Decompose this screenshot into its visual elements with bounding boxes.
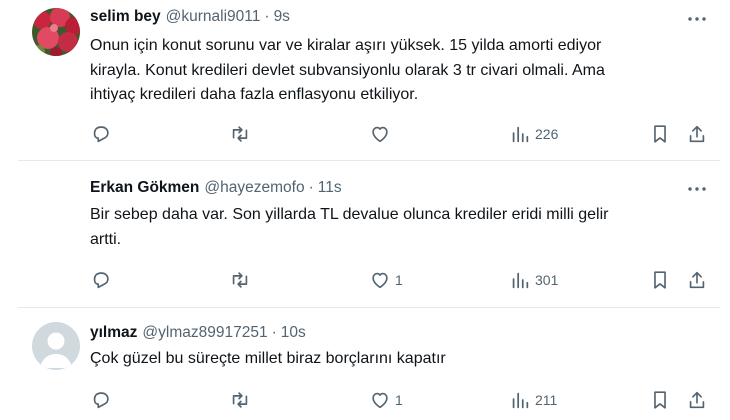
like-count: 1 bbox=[395, 392, 403, 408]
retweet-button[interactable] bbox=[229, 388, 251, 412]
retweet-icon bbox=[229, 269, 251, 291]
heart-icon bbox=[369, 389, 391, 411]
author-name[interactable]: yılmaz bbox=[90, 324, 137, 342]
timestamp[interactable]: 9s bbox=[274, 8, 290, 26]
tweet[interactable]: yılmaz @ylmaz89917251 · 10s Çok güzel bu… bbox=[0, 308, 730, 420]
more-dots-icon[interactable] bbox=[686, 8, 708, 30]
avatar[interactable] bbox=[32, 322, 80, 370]
bookmark-button[interactable] bbox=[649, 388, 671, 412]
author-name[interactable]: Erkan Gökmen bbox=[90, 179, 199, 197]
views-count: 211 bbox=[535, 392, 558, 408]
bookmark-button[interactable] bbox=[649, 122, 671, 146]
reply-icon bbox=[90, 123, 112, 145]
views-count: 301 bbox=[535, 272, 559, 288]
bookmark-icon bbox=[649, 123, 671, 145]
views-button[interactable]: 211 bbox=[509, 388, 557, 412]
bookmark-icon bbox=[649, 389, 671, 411]
retweet-button[interactable] bbox=[229, 268, 251, 292]
views-count: 226 bbox=[535, 126, 559, 142]
action-bar: 226 bbox=[0, 122, 730, 146]
tweet-text: Onun için konut sorunu var ve kiralar aş… bbox=[90, 37, 605, 103]
share-icon bbox=[686, 269, 708, 291]
like-count: 1 bbox=[395, 272, 403, 288]
retweet-button[interactable] bbox=[229, 122, 251, 146]
share-icon bbox=[686, 389, 708, 411]
separator-dot: · bbox=[264, 8, 270, 25]
author-handle[interactable]: @kurnali9011 bbox=[166, 8, 261, 26]
avatar[interactable] bbox=[32, 8, 80, 56]
tweet[interactable]: selim bey @kurnali9011 · 9s Onun için ko… bbox=[0, 0, 730, 160]
action-bar: 1 211 bbox=[0, 388, 730, 412]
tweet[interactable]: Erkan Gökmen @hayezemofo · 11s Bir sebep… bbox=[0, 161, 730, 307]
tweet-header: yılmaz @ylmaz89917251 · 10s bbox=[90, 322, 306, 344]
tweet-text: Bir sebep daha var. Son yillarda TL deva… bbox=[90, 206, 609, 248]
tweet-text: Çok güzel bu süreçte millet biraz borçla… bbox=[90, 350, 446, 367]
tweet-header: Erkan Gökmen @hayezemofo · 11s bbox=[90, 177, 342, 199]
more-dots-icon[interactable] bbox=[686, 178, 708, 200]
like-button[interactable]: 1 bbox=[369, 388, 403, 412]
reply-button[interactable] bbox=[90, 268, 112, 292]
views-button[interactable]: 226 bbox=[509, 122, 558, 146]
action-bar: 1 301 bbox=[0, 268, 730, 292]
share-icon bbox=[686, 123, 708, 145]
separator-dot: · bbox=[308, 179, 314, 196]
heart-icon bbox=[369, 269, 391, 291]
heart-icon bbox=[369, 123, 391, 145]
tweet-header: selim bey @kurnali9011 · 9s bbox=[90, 6, 290, 28]
views-chart-icon bbox=[509, 269, 531, 291]
separator-dot: · bbox=[271, 324, 277, 341]
share-button[interactable] bbox=[686, 122, 708, 146]
reply-icon bbox=[90, 269, 112, 291]
timestamp[interactable]: 10s bbox=[281, 324, 306, 342]
retweet-icon bbox=[229, 389, 251, 411]
reply-thread: selim bey @kurnali9011 · 9s Onun için ko… bbox=[0, 0, 730, 420]
retweet-icon bbox=[229, 123, 251, 145]
views-chart-icon bbox=[509, 389, 531, 411]
reply-icon bbox=[90, 389, 112, 411]
like-button[interactable] bbox=[369, 122, 395, 146]
bookmark-icon bbox=[649, 269, 671, 291]
reply-button[interactable] bbox=[90, 122, 112, 146]
like-button[interactable]: 1 bbox=[369, 268, 403, 292]
views-chart-icon bbox=[509, 123, 531, 145]
author-handle[interactable]: @hayezemofo bbox=[204, 179, 304, 197]
bookmark-button[interactable] bbox=[649, 268, 671, 292]
views-button[interactable]: 301 bbox=[509, 268, 558, 292]
share-button[interactable] bbox=[686, 268, 708, 292]
author-name[interactable]: selim bey bbox=[90, 8, 161, 26]
reply-button[interactable] bbox=[90, 388, 112, 412]
share-button[interactable] bbox=[686, 388, 708, 412]
timestamp[interactable]: 11s bbox=[318, 179, 342, 197]
author-handle[interactable]: @ylmaz89917251 bbox=[142, 324, 267, 342]
